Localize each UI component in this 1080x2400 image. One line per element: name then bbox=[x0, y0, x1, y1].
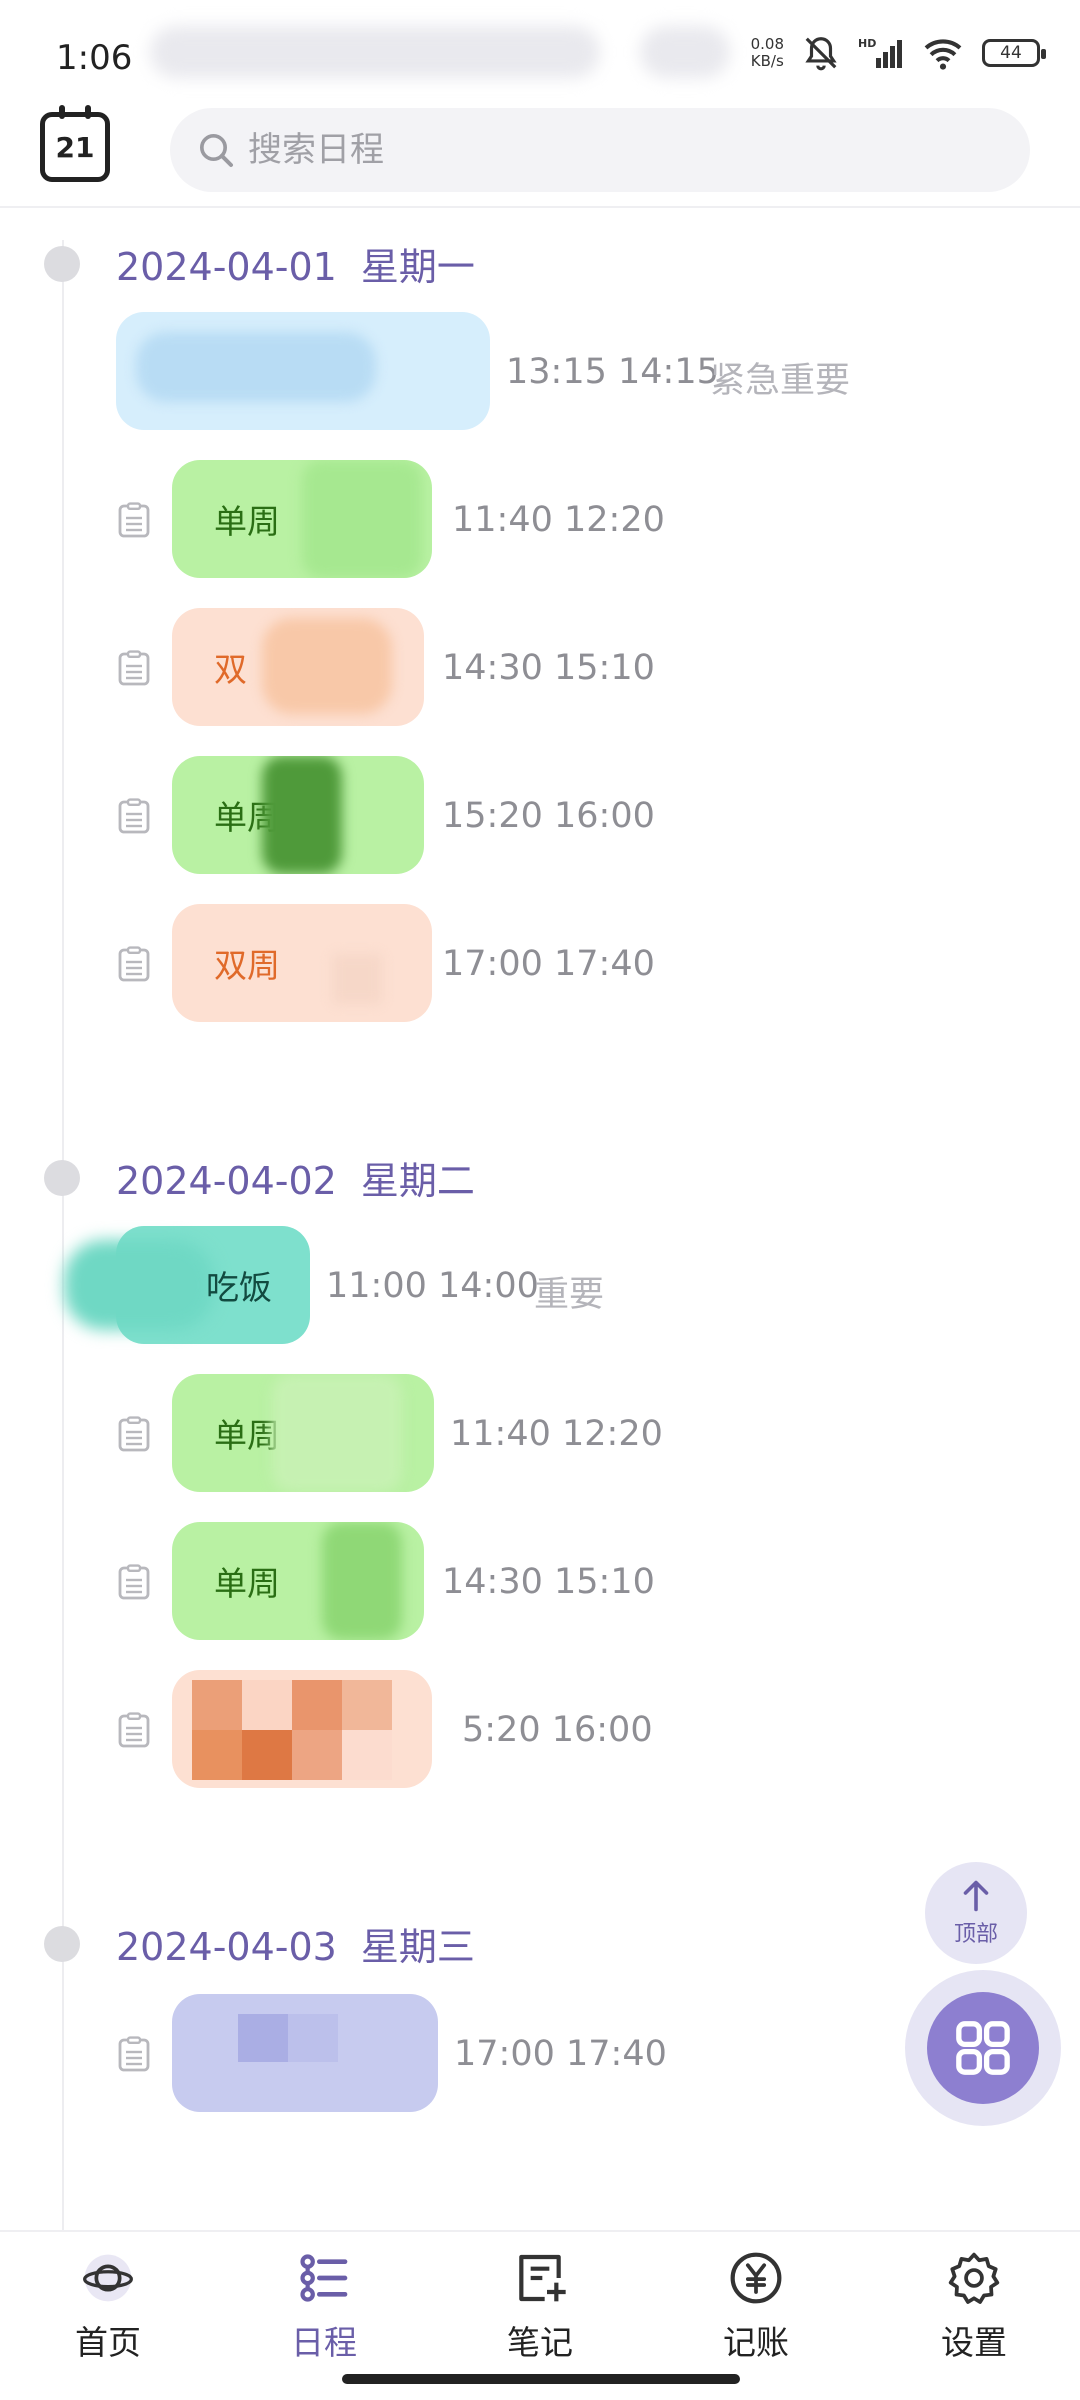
event-label: 双 bbox=[214, 650, 247, 689]
scroll-to-top-label: 顶部 bbox=[953, 1922, 998, 1947]
schedule-list-icon bbox=[300, 2254, 348, 2302]
search-icon bbox=[200, 134, 233, 167]
svg-text:HD: HD bbox=[858, 37, 876, 50]
status-bar: 1:06 0.08 KB/s HD 44 bbox=[0, 0, 1080, 100]
net-speed: 0.08 KB/s bbox=[750, 35, 784, 70]
mute-bell-icon bbox=[805, 37, 837, 71]
nav-label: 笔记 bbox=[507, 2323, 573, 2362]
note-icon[interactable] bbox=[118, 798, 150, 834]
date-dot bbox=[44, 246, 80, 282]
event-chip[interactable]: 单周 bbox=[172, 460, 432, 578]
event-chip[interactable] bbox=[172, 1670, 432, 1788]
yuan-coin-icon bbox=[730, 2252, 782, 2304]
nav-label: 首页 bbox=[75, 2323, 141, 2362]
event-chip[interactable]: 单周 bbox=[172, 1374, 434, 1492]
date-label: 2024-04-01 bbox=[116, 245, 337, 289]
header: 21 bbox=[0, 100, 1080, 208]
event-chip[interactable] bbox=[172, 1994, 438, 2112]
nav-item-home[interactable]: 首页 bbox=[38, 2250, 178, 2364]
weekday-label: 星期三 bbox=[360, 1925, 475, 1969]
weekday-label: 星期一 bbox=[360, 245, 475, 289]
note-icon[interactable] bbox=[118, 502, 150, 538]
search-bar[interactable] bbox=[170, 108, 1030, 192]
event-chip[interactable]: 双 bbox=[172, 608, 424, 726]
nav-item-schedule[interactable]: 日程 bbox=[254, 2250, 394, 2364]
event-times: 17:00 17:40 bbox=[454, 2034, 667, 2074]
note-icon[interactable] bbox=[118, 2036, 150, 2072]
search-input[interactable] bbox=[248, 130, 948, 170]
event-chip[interactable]: 双周 bbox=[172, 904, 432, 1022]
note-edit-icon bbox=[519, 2254, 566, 2302]
event-label: 单周 bbox=[214, 1416, 280, 1455]
event-chip[interactable]: 单周 bbox=[172, 1522, 424, 1640]
battery-indicator: 44 bbox=[982, 39, 1046, 67]
date-dot bbox=[44, 1926, 80, 1962]
note-icon[interactable] bbox=[118, 650, 150, 686]
event-times: 14:30 15:10 bbox=[442, 1562, 655, 1602]
nav-item-accounting[interactable]: 记账 bbox=[686, 2250, 826, 2364]
status-blur-1 bbox=[150, 26, 600, 78]
event-times: 15:20 16:00 bbox=[442, 796, 655, 836]
event-times: 11:40 12:20 bbox=[452, 500, 665, 540]
date-label: 2024-04-02 bbox=[116, 1159, 337, 1203]
event-priority-tag: 紧急重要 bbox=[710, 361, 851, 401]
gear-icon bbox=[948, 2252, 1000, 2304]
event-chip[interactable]: 单周 bbox=[172, 756, 424, 874]
note-icon[interactable] bbox=[118, 1416, 150, 1452]
nav-label: 设置 bbox=[941, 2323, 1007, 2362]
quick-menu-button[interactable] bbox=[905, 1970, 1061, 2126]
arrow-up-icon bbox=[963, 1880, 989, 1912]
nav-label: 记账 bbox=[723, 2323, 789, 2362]
event-chip[interactable] bbox=[116, 312, 490, 430]
event-times: 13:15 14:15 bbox=[506, 352, 719, 392]
event-priority-tag: 重要 bbox=[534, 1275, 605, 1315]
event-times: 11:40 12:20 bbox=[450, 1414, 663, 1454]
date-header: 2024-04-01 星期一 bbox=[116, 236, 499, 291]
date-header: 2024-04-03 星期三 bbox=[116, 1916, 499, 1971]
event-label: 吃饭 bbox=[206, 1268, 272, 1307]
event-label: 双周 bbox=[214, 946, 280, 985]
status-time: 1:06 bbox=[56, 38, 133, 78]
calendar-icon[interactable]: 21 bbox=[40, 105, 110, 182]
event-times: 14:30 15:10 bbox=[442, 648, 655, 688]
note-icon[interactable] bbox=[118, 1712, 150, 1748]
event-times: 17:00 17:40 bbox=[442, 944, 655, 984]
wifi-icon bbox=[924, 39, 962, 70]
planet-icon bbox=[83, 2254, 133, 2302]
note-icon[interactable] bbox=[118, 946, 150, 982]
signal-icon: HD bbox=[858, 37, 902, 68]
date-dot bbox=[44, 1160, 80, 1196]
weekday-label: 星期二 bbox=[360, 1159, 475, 1203]
event-label: 单周 bbox=[214, 1564, 280, 1603]
status-blur-2 bbox=[640, 26, 730, 78]
nav-item-notes[interactable]: 笔记 bbox=[470, 2250, 610, 2364]
home-indicator[interactable] bbox=[342, 2374, 740, 2384]
date-label: 2024-04-03 bbox=[116, 1925, 337, 1969]
event-label: 单周 bbox=[214, 502, 280, 541]
nav-label: 日程 bbox=[291, 2323, 357, 2362]
scroll-to-top-button[interactable]: 顶部 bbox=[925, 1862, 1027, 1964]
note-icon[interactable] bbox=[118, 1564, 150, 1600]
event-times: 5:20 16:00 bbox=[462, 1710, 653, 1750]
date-header: 2024-04-02 星期二 bbox=[116, 1150, 499, 1205]
status-icons: 0.08 KB/s HD 44 bbox=[750, 34, 1046, 72]
grid-icon bbox=[956, 2021, 1010, 2075]
nav-item-settings[interactable]: 设置 bbox=[904, 2250, 1044, 2364]
event-times: 11:00 14:00 bbox=[326, 1266, 539, 1306]
